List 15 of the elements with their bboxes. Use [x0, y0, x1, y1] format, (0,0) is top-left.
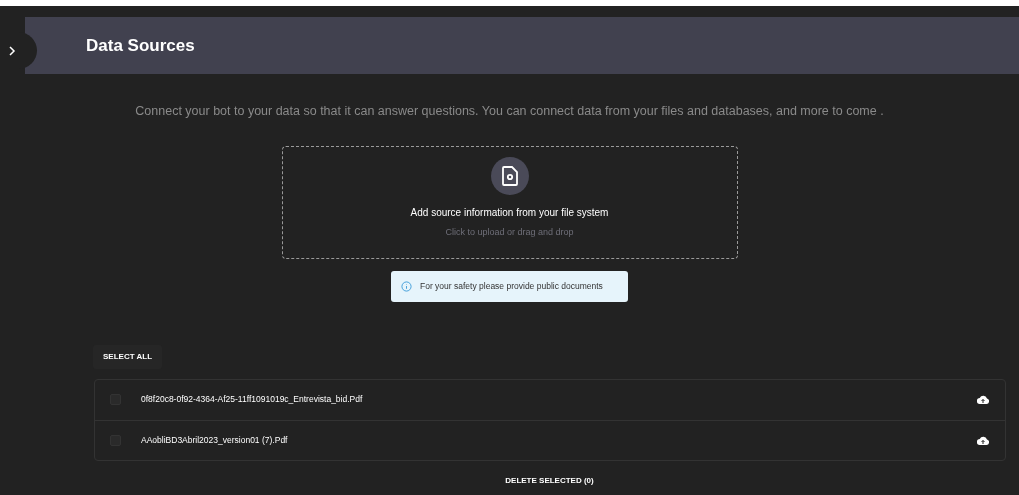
file-icon: [500, 165, 519, 186]
intro-text: Connect your bot to your data so that it can answer questions. You can connect data from your files and databases, and more to come .: [134, 103, 885, 120]
cloud-upload-icon[interactable]: [977, 395, 989, 405]
page-title: Data Sources: [86, 34, 195, 57]
dropzone-hint: Click to upload or drag and drop: [445, 225, 574, 239]
file-name: 0f8f20c8-0f92-4364-Af25-11ff1091019c_Entrevista_bid.Pdf: [141, 393, 364, 407]
notice-text: For your safety please provide public documents: [420, 279, 603, 293]
info-icon: [401, 280, 412, 292]
upload-dropzone[interactable]: Add source information from your file system Click to upload or drag and drop: [281, 145, 738, 259]
select-all-button[interactable]: SELECT ALL: [93, 344, 163, 369]
cloud-upload-icon[interactable]: [977, 435, 989, 445]
chevron-right-icon: [8, 45, 16, 56]
delete-selected-button[interactable]: DELETE SELECTED (0): [505, 474, 594, 487]
dropzone-title: Add source information from your file system: [410, 205, 609, 220]
file-name: AAobliBD3Abril2023_version01 (7).Pdf: [141, 433, 289, 447]
